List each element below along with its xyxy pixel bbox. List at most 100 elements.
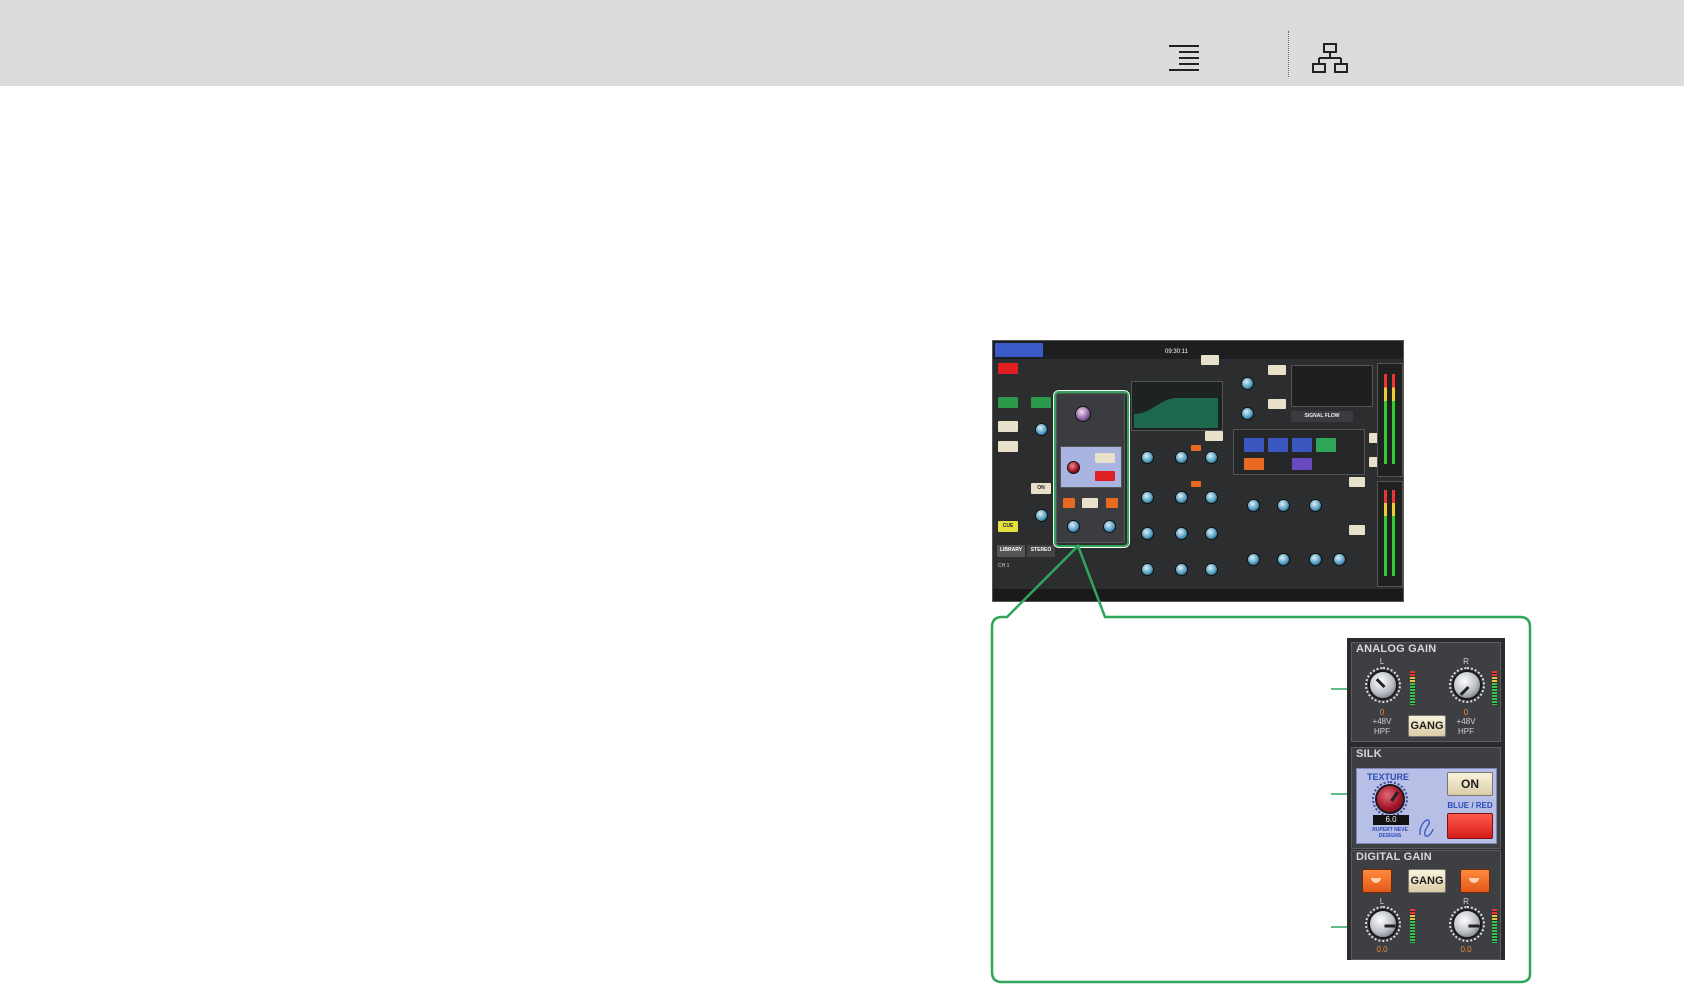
channel-strip-bar[interactable] [993,589,1403,601]
analog-gain-title: ANALOG GAIN [1356,643,1437,655]
digital-gain-section: DIGITAL GAIN GANG L R 0.0 0.0 [1351,850,1501,960]
rupert-neve-logo-icon [1419,819,1434,837]
analog-gain-left-label: L [1379,657,1385,666]
signal-flow-button[interactable]: SIGNAL FLOW [1291,411,1353,422]
digital-gain-left-value: 0.0 [1376,945,1388,954]
silk-on-button[interactable]: ON [1447,772,1493,796]
digital-gain-title: DIGITAL GAIN [1356,851,1432,863]
mixer-title-bar: 09:30:11 [993,341,1403,359]
insert-slot-5[interactable] [1244,458,1264,470]
dynamics1-on-button[interactable] [1349,477,1365,487]
lpf-on-button[interactable] [1268,365,1286,375]
analog-gain-gang-button[interactable]: GANG [1408,715,1446,737]
dyn2-gain-knob[interactable] [1333,553,1346,566]
digital-gain-meter-left [1410,909,1415,943]
eq-band2-freq-knob[interactable] [1175,491,1188,504]
eq-band2-type-button[interactable] [1191,481,1201,487]
analog-gain-knob-left[interactable] [1368,670,1398,700]
insert-slot-1[interactable] [1244,438,1264,452]
library-button[interactable]: LIBRARY [997,545,1025,557]
eq-band1-type-button[interactable] [1191,445,1201,451]
eq-band2-q-knob[interactable] [1141,491,1154,504]
mute-safe-button[interactable] [1031,397,1051,408]
eq-band4-gain-knob[interactable] [1205,563,1218,576]
mute-button[interactable] [998,363,1018,374]
blue-red-button[interactable] [1447,813,1493,839]
insert-panel [1233,429,1365,475]
eq-on-button[interactable] [1205,431,1223,441]
eq-curve [1134,398,1218,428]
matrix-meter [1384,374,1387,464]
texture-knob[interactable] [1375,784,1405,814]
insert-slot-4[interactable] [1316,438,1336,452]
dyn1-range-knob[interactable] [1277,499,1290,512]
matrix-meter [1392,374,1395,464]
eq-graph [1131,381,1223,431]
dynamics2-on-button[interactable] [1349,525,1365,535]
dyn2-ratio-knob[interactable] [1277,553,1290,566]
insert-slot-3[interactable] [1292,438,1312,452]
clock: 09:30:11 [1165,349,1188,355]
analog-gain-left-value: 0 [1379,708,1385,717]
hpf-right[interactable]: HPF [1452,727,1480,736]
digital-gain-right-label: R [1463,897,1469,906]
silk-panel: TEXTURE 6.0 RUPERT NEVE DESIGNS ON BLUE … [1356,768,1497,844]
eq-band4-q-knob[interactable] [1141,563,1154,576]
analog-gain-section: ANALOG GAIN L R 0 0 +48V +48V HPF HPF GA… [1351,642,1501,742]
analog-gain-right-value: 0 [1463,708,1469,717]
to-st-b-button[interactable] [998,441,1018,452]
hierarchy-icon[interactable] [1312,42,1348,74]
mixer-screenshot: 09:30:11 ON CUE LIBRARY STEREO CH 1 SIGN… [992,340,1404,602]
lpf-knob[interactable] [1241,377,1254,390]
eq-band4-freq-knob[interactable] [1175,563,1188,576]
to-st-a-button[interactable] [998,421,1018,432]
eq-band1-q-knob[interactable] [1141,451,1154,464]
eq-band3-gain-knob[interactable] [1205,527,1218,540]
text-lines-icon[interactable] [1167,42,1201,74]
eq-band3-q-knob[interactable] [1141,527,1154,540]
phantom-power-left[interactable]: +48V [1366,717,1398,726]
blue-red-label: BLUE / RED [1447,801,1493,810]
digital-gain-knob-left[interactable] [1368,909,1398,939]
phantom-power-right[interactable]: +48V [1450,717,1482,726]
phase-invert-left-button[interactable] [1362,869,1392,893]
channel-selector[interactable] [995,343,1043,357]
eq-band2-gain-knob[interactable] [1205,491,1218,504]
dyn2-threshold-knob[interactable] [1247,553,1260,566]
channel-on-button[interactable]: ON [1031,483,1051,494]
analog-gain-knob-right[interactable] [1452,670,1482,700]
mix-meter [1392,490,1395,576]
digital-gain-gang-button[interactable]: GANG [1408,869,1446,893]
delay-on-button[interactable] [1201,355,1219,365]
hpf-left[interactable]: HPF [1368,727,1396,736]
fader-knob[interactable] [1035,509,1048,522]
eq-band3-freq-knob[interactable] [1175,527,1188,540]
rupert-neve-logo-text: RUPERT NEVE DESIGNS [1372,827,1408,839]
eq-band1-freq-knob[interactable] [1175,451,1188,464]
stereo-button[interactable]: STEREO [1027,545,1055,557]
insert-slot-6[interactable] [1292,458,1312,470]
input-module-highlight [1054,391,1129,547]
hpf-knob[interactable] [1241,407,1254,420]
dca-mute-group-panel [1291,365,1373,407]
digital-gain-left-label: L [1379,897,1385,906]
eq-band1-gain-knob[interactable] [1205,451,1218,464]
pan-knob[interactable] [1035,423,1048,436]
phase-invert-right-button[interactable] [1460,869,1490,893]
mix-meters [1377,481,1403,587]
dyn1-threshold-knob[interactable] [1247,499,1260,512]
cue-button[interactable]: CUE [998,521,1018,532]
matrix-meters [1377,363,1403,477]
mix-meter [1384,490,1387,576]
solo-safe-button[interactable] [998,397,1018,408]
dyn1-attack-knob[interactable] [1309,499,1322,512]
analog-gain-meter-right [1492,671,1497,705]
digital-gain-knob-right[interactable] [1452,909,1482,939]
digital-gain-meter-right [1492,909,1497,943]
insert-slot-2[interactable] [1268,438,1288,452]
top-toolbar [0,0,1684,86]
dyn2-attack-knob[interactable] [1309,553,1322,566]
zoomed-input-module: ANALOG GAIN L R 0 0 +48V +48V HPF HPF GA… [1347,638,1505,960]
silk-title: SILK [1356,748,1382,760]
hpf-on-button[interactable] [1268,399,1286,409]
